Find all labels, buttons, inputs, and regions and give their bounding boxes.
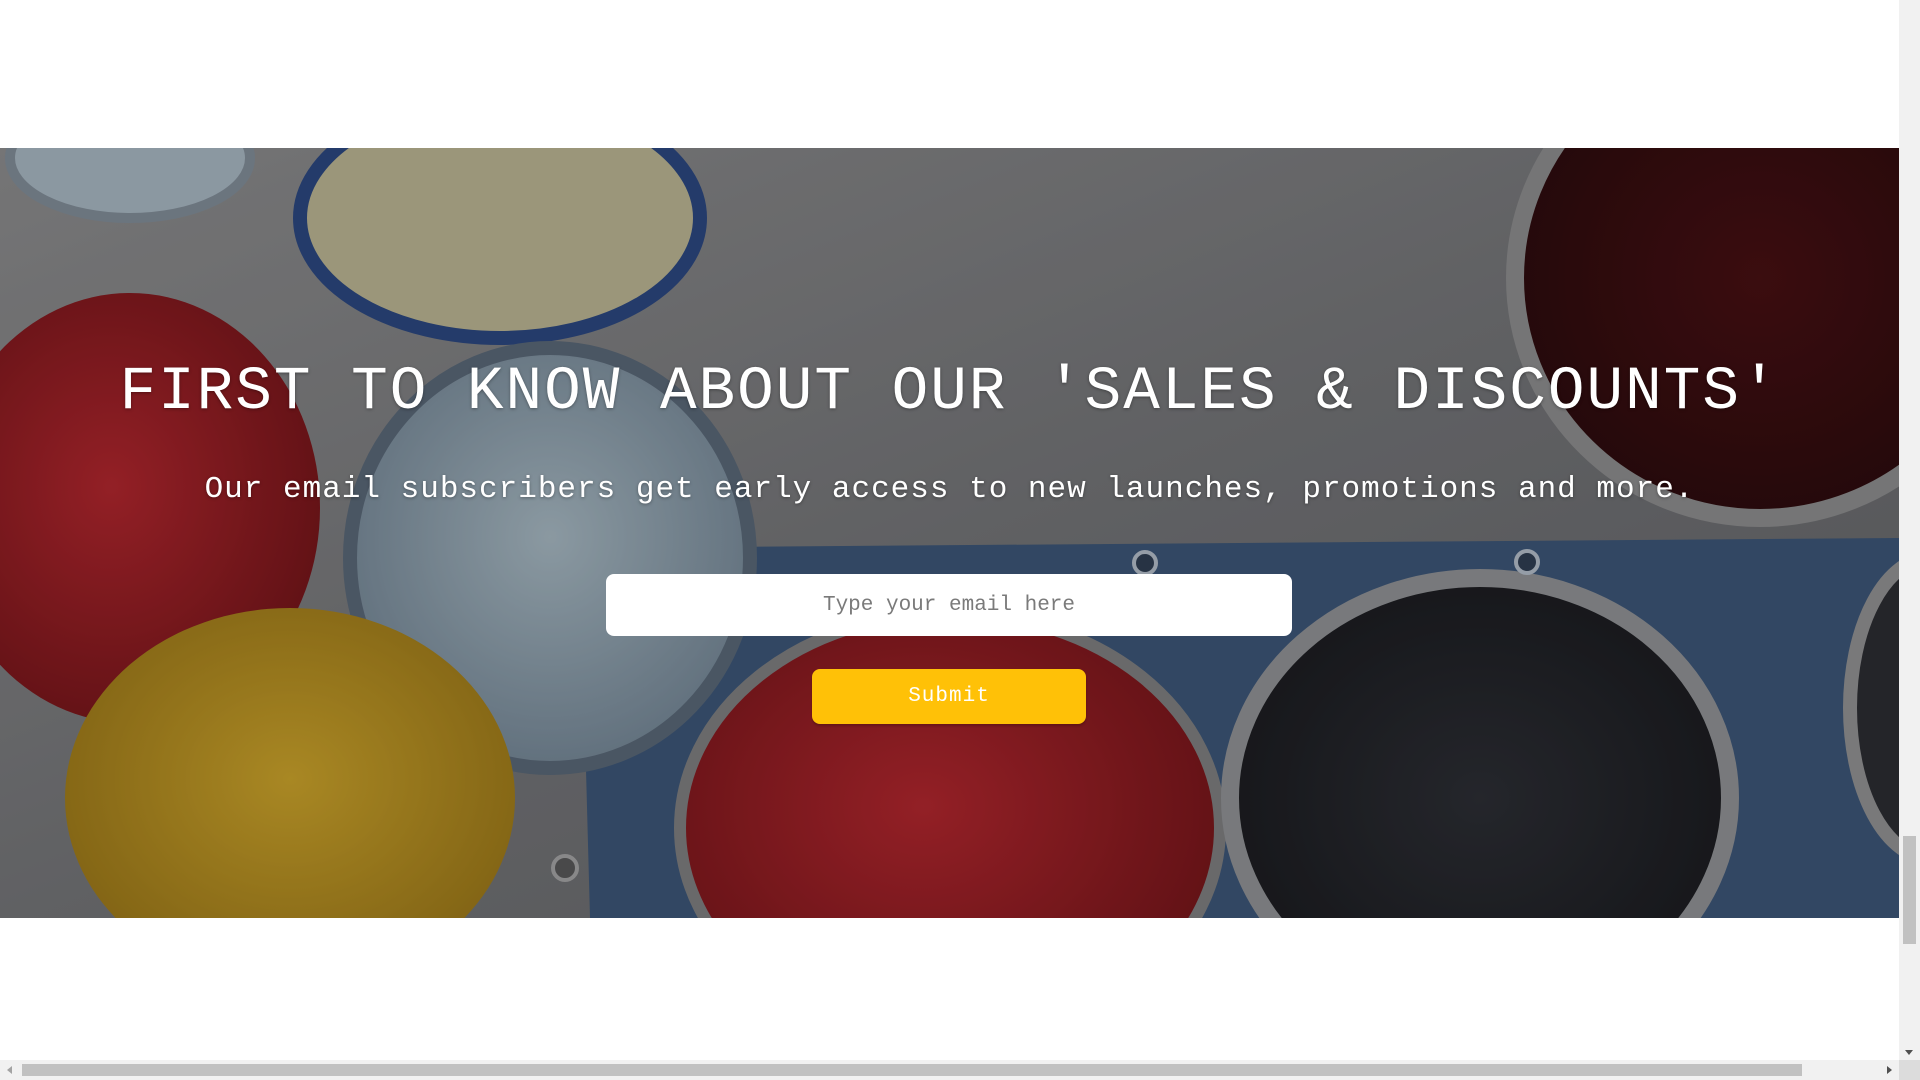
submit-button[interactable]: Submit: [812, 669, 1086, 724]
page-viewport: FIRST TO KNOW ABOUT OUR 'SALES & DISCOUN…: [0, 0, 1899, 1060]
horizontal-scrollbar[interactable]: [0, 1060, 1899, 1080]
vertical-scrollbar-thumb[interactable]: [1903, 836, 1916, 944]
banner-overlay: [0, 148, 1899, 918]
scrollbar-corner: [1899, 1060, 1920, 1080]
horizontal-scrollbar-thumb[interactable]: [22, 1064, 1802, 1076]
vertical-scrollbar[interactable]: [1899, 0, 1920, 1060]
email-field[interactable]: [606, 574, 1292, 636]
scroll-down-arrow-icon[interactable]: [1905, 1050, 1913, 1055]
newsletter-headline: FIRST TO KNOW ABOUT OUR 'SALES & DISCOUN…: [119, 358, 1780, 427]
newsletter-subline: Our email subscribers get early access t…: [204, 472, 1695, 507]
scroll-right-arrow-icon[interactable]: [1887, 1066, 1892, 1074]
scroll-left-arrow-icon[interactable]: [7, 1066, 12, 1074]
newsletter-banner: FIRST TO KNOW ABOUT OUR 'SALES & DISCOUN…: [0, 148, 1899, 918]
